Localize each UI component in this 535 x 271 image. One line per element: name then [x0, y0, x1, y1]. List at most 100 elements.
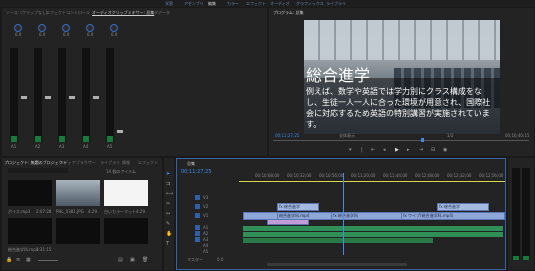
project-item-duration: 2:07:28 [36, 209, 52, 214]
go-to-in-icon[interactable]: ⇤ [371, 148, 375, 153]
tab-source[interactable]: ソース: (クリップなし) [6, 10, 48, 16]
icon-view-icon[interactable]: ▦ [26, 258, 31, 263]
tab-metadata[interactable]: メタデータ [150, 10, 170, 16]
channel-label: A5 [107, 144, 113, 149]
timeline-scrollbar[interactable] [267, 263, 407, 266]
quality-select[interactable]: 1/2 [447, 133, 453, 138]
track-target-toggle[interactable] [195, 231, 200, 236]
tab-audio-clip-mixer[interactable]: オーディオクリップミキサー: 总集 [92, 10, 154, 16]
audio-clip[interactable] [427, 232, 503, 237]
audio-clip[interactable] [243, 226, 327, 231]
lift-icon[interactable]: ⊟ [431, 148, 435, 153]
hand-tool-icon[interactable]: ✋ [166, 232, 172, 237]
volume-fader[interactable] [45, 96, 51, 99]
tab-libraries[interactable]: ライブラリ [100, 160, 120, 166]
track-label-v1: V1 [203, 213, 209, 218]
scrub-bar[interactable] [273, 140, 529, 141]
track-target-toggle[interactable] [195, 225, 200, 230]
audio-clip[interactable] [327, 226, 427, 231]
project-item-thumbnail[interactable] [8, 180, 52, 206]
workspace-libraries[interactable]: ライブラリ [326, 1, 346, 7]
video-clip[interactable]: fx ワイプ(総合進学科.mp4) [401, 212, 505, 220]
playhead[interactable] [343, 173, 344, 255]
razor-tool-icon[interactable]: ✂ [166, 202, 170, 207]
channel-label: A2 [35, 144, 41, 149]
project-item-thumbnail[interactable] [104, 180, 148, 206]
trash-icon[interactable]: 🗑 [142, 258, 148, 263]
workspace-edit[interactable]: 編集 [208, 1, 216, 7]
pan-knob-icon[interactable] [14, 24, 22, 32]
video-clip[interactable]: fx 総合進学科 [331, 212, 403, 220]
playhead-marker[interactable] [421, 138, 424, 142]
workspace-effects[interactable]: エフェクト [246, 1, 266, 7]
zoom-slider[interactable] [38, 260, 58, 261]
mark-out-icon[interactable]: | [361, 148, 363, 153]
project-item-thumbnail[interactable] [104, 218, 148, 244]
audio-clip[interactable] [303, 232, 427, 237]
export-frame-icon[interactable]: ◉ [443, 148, 447, 153]
channel-label: A3 [59, 144, 65, 149]
tab-media-browser[interactable]: メディアブラウザー [60, 160, 96, 166]
volume-fader[interactable] [21, 96, 27, 99]
tab-effect-controls[interactable]: エフェクトコントロール [46, 10, 90, 16]
tab-effects[interactable]: エフェクト [138, 160, 158, 166]
type-tool-icon[interactable]: T [166, 242, 169, 247]
project-search-input[interactable] [8, 168, 68, 173]
step-back-icon[interactable]: ◂ [383, 148, 386, 153]
project-item-thumbnail[interactable] [56, 218, 100, 244]
play-icon[interactable]: ▶ [395, 148, 399, 153]
tab-program[interactable]: プログラム: 总集 [273, 10, 304, 16]
tab-project[interactable]: プロジェクト: 無題のプロジェクト [4, 160, 67, 166]
audio-clip[interactable] [243, 238, 433, 243]
mark-in-icon[interactable]: ▾ [349, 148, 352, 153]
time-ruler[interactable]: 00;10;08;00 00;10;32;00 00;10;56;00 00;1… [239, 173, 505, 181]
pan-knob-icon[interactable] [38, 24, 46, 32]
step-forward-icon[interactable]: ▸ [407, 148, 410, 153]
volume-fader[interactable] [93, 96, 99, 99]
track-target-toggle[interactable] [195, 195, 200, 200]
channel-label: A4 [83, 144, 89, 149]
timeline-timecode[interactable]: 00;11;27;25 [181, 169, 212, 175]
workspace-assembly[interactable]: アセンブリ [184, 1, 204, 7]
workspace-graphics[interactable]: グラフィックス [296, 1, 324, 7]
work-area-bar[interactable] [239, 181, 505, 182]
project-item-name: 白いカラーマット [104, 209, 136, 214]
audio-clip[interactable] [427, 226, 503, 231]
master-level-meter-left [512, 168, 520, 260]
audio-clip[interactable] [243, 232, 303, 237]
channel-value: 0.0 [15, 32, 22, 37]
list-view-icon[interactable]: ≡ [16, 258, 20, 263]
pen-tool-icon[interactable]: ✎ [166, 222, 170, 227]
track-target-toggle[interactable] [195, 237, 200, 242]
new-bin-icon[interactable]: ▤ [118, 258, 123, 263]
slip-tool-icon[interactable]: ↔ [166, 212, 170, 217]
video-clip[interactable]: fx 総合進学 [277, 203, 319, 211]
workspace-learn[interactable]: 学習 [165, 1, 173, 7]
track-target-toggle[interactable] [195, 204, 200, 209]
project-item-thumbnail[interactable] [8, 218, 52, 244]
project-item-thumbnail[interactable] [56, 180, 100, 206]
volume-fader[interactable] [69, 96, 75, 99]
master-label: マスター [187, 257, 203, 262]
track-label-a1: A1 [203, 225, 209, 230]
selection-tool-icon[interactable]: ➤ [166, 172, 170, 177]
tab-sequence[interactable]: 总集 [187, 161, 195, 167]
volume-fader[interactable] [117, 130, 123, 133]
pan-knob-icon[interactable] [62, 24, 70, 32]
workspace-audio[interactable]: オーディオ [270, 1, 290, 7]
video-clip[interactable] [267, 219, 309, 225]
workspace-color[interactable]: カラー [227, 1, 239, 7]
lock-icon[interactable]: 🔒 [6, 258, 12, 263]
new-item-icon[interactable]: ▣ [130, 258, 135, 263]
go-to-out-icon[interactable]: ⇥ [419, 148, 423, 153]
ripple-edit-tool-icon[interactable]: ⟷ [166, 192, 173, 197]
tab-info[interactable]: 情報 [122, 160, 130, 166]
fit-select[interactable]: 全体表示 [339, 133, 355, 138]
track-target-toggle[interactable] [195, 213, 200, 218]
video-clip[interactable]: fx 総合進学 [437, 203, 489, 211]
program-timecode[interactable]: 00;11;27;25 [275, 133, 299, 138]
pan-knob-icon[interactable] [110, 24, 118, 32]
master-value[interactable]: 0.0 [217, 257, 223, 262]
pan-knob-icon[interactable] [86, 24, 94, 32]
track-select-tool-icon[interactable]: ⇉ [166, 182, 170, 187]
